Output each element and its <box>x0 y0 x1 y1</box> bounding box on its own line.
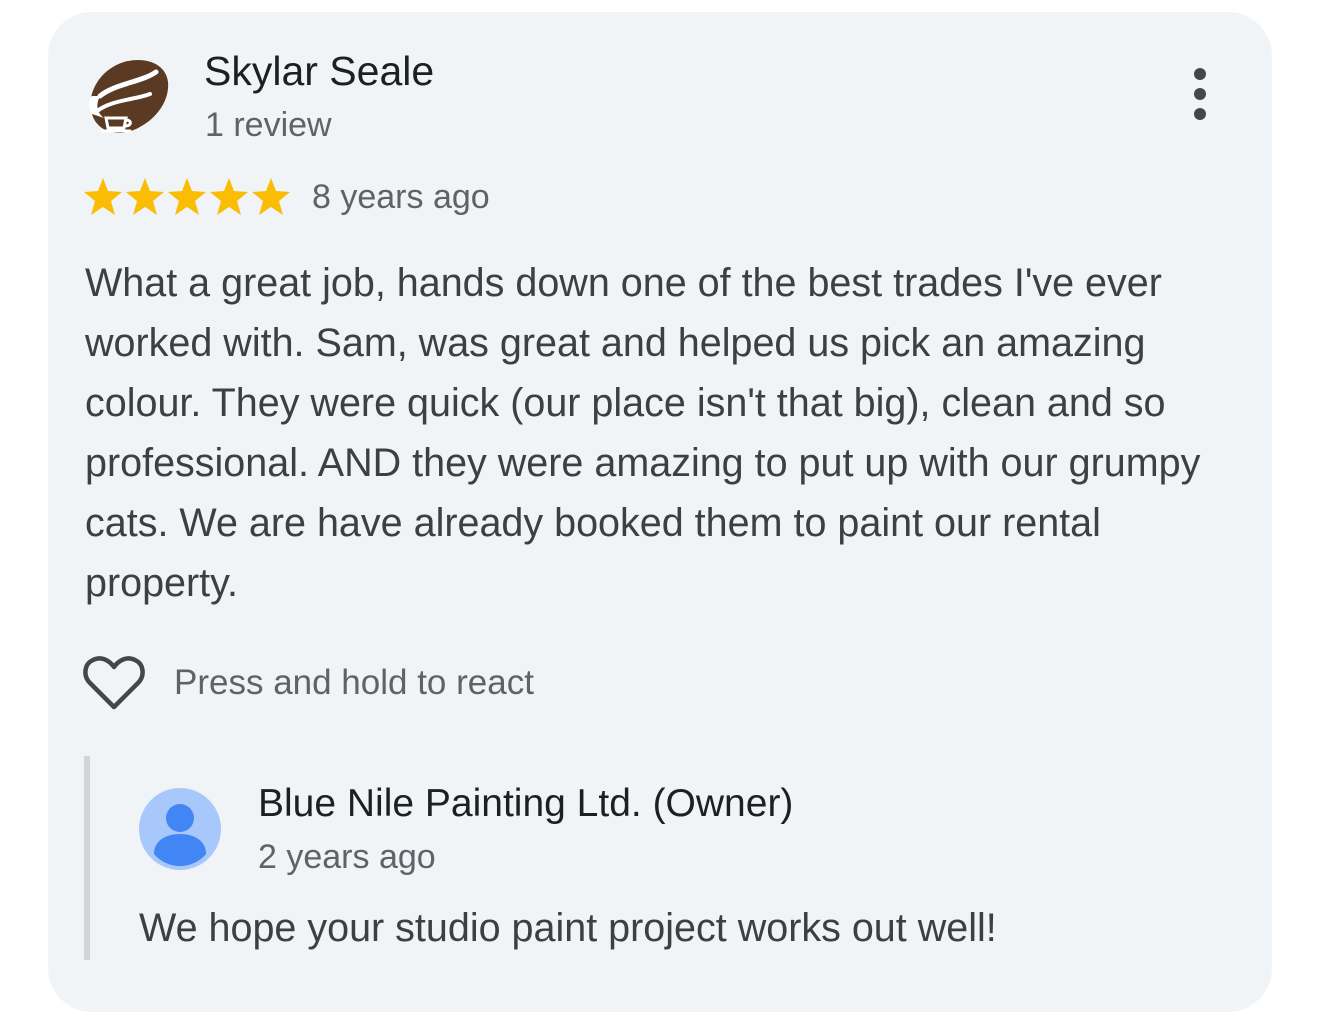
more-options-button[interactable] <box>1176 66 1224 124</box>
owner-reply-divider <box>84 756 90 960</box>
reviewer-review-count: 1 review <box>205 106 332 144</box>
owner-reply-age: 2 years ago <box>258 838 436 876</box>
star-rating <box>82 174 292 220</box>
react-label: Press and hold to react <box>174 663 534 702</box>
heart-outline-icon <box>83 656 145 710</box>
react-button[interactable]: Press and hold to react <box>82 650 534 716</box>
owner-reply-text: We hope your studio paint project works … <box>139 906 997 950</box>
more-vert-icon <box>1194 68 1206 120</box>
review-text: What a great job, hands down one of the … <box>85 261 1201 605</box>
star-icon <box>252 178 290 215</box>
reviewer-name[interactable]: Skylar Seale <box>204 48 434 95</box>
owner-avatar <box>139 788 221 870</box>
star-icon <box>210 178 248 215</box>
star-icon <box>126 178 164 215</box>
default-profile-icon <box>139 788 221 870</box>
owner-name: Blue Nile Painting Ltd. (Owner) <box>258 782 794 825</box>
review-age: 8 years ago <box>312 178 490 216</box>
coffee-bean-logo-icon <box>89 60 169 134</box>
reviewer-avatar[interactable] <box>84 56 170 136</box>
star-icon <box>84 178 122 215</box>
star-icon <box>168 178 206 215</box>
